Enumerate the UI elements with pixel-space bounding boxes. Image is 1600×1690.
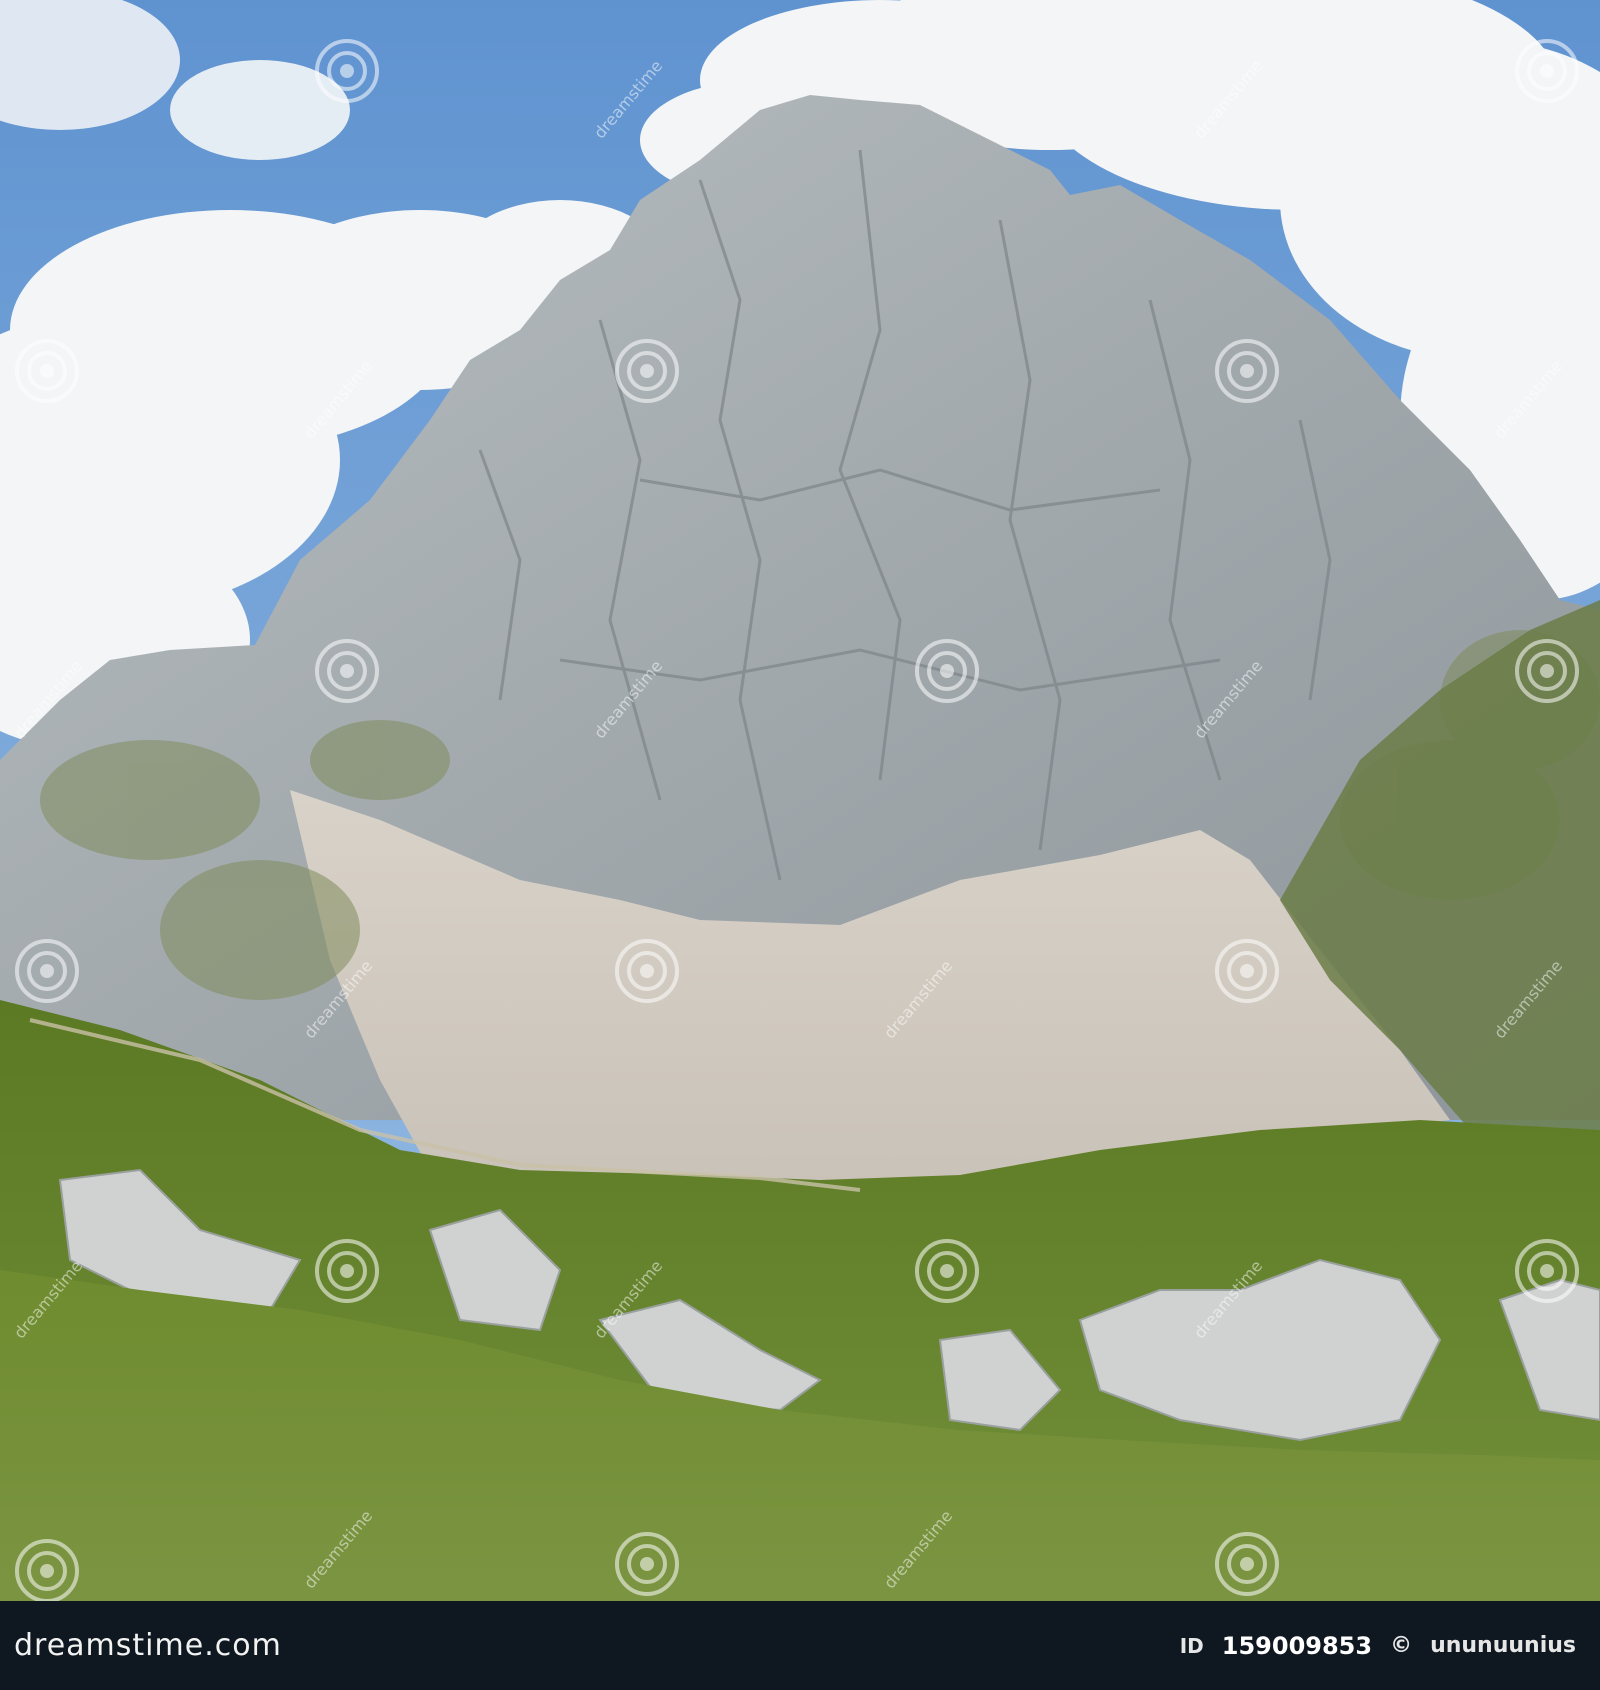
author-name[interactable]: ununuunius: [1430, 1633, 1576, 1658]
footer-bar: dreamstime.com ID 159009853 © ununuunius: [0, 1601, 1600, 1690]
mountain-photo: dreamstime dreamstime dreamstime dreamst…: [0, 0, 1600, 1601]
copyright-symbol: ©: [1390, 1633, 1413, 1658]
id-label: ID: [1179, 1633, 1204, 1658]
photo-illustration: [0, 0, 1600, 1601]
brand-logo-text[interactable]: dreamstime.com: [14, 1628, 282, 1663]
stock-photo-page: dreamstime dreamstime dreamstime dreamst…: [0, 0, 1600, 1690]
image-meta: ID 159009853 © ununuunius: [1180, 1632, 1576, 1660]
image-id: 159009853: [1221, 1631, 1373, 1660]
